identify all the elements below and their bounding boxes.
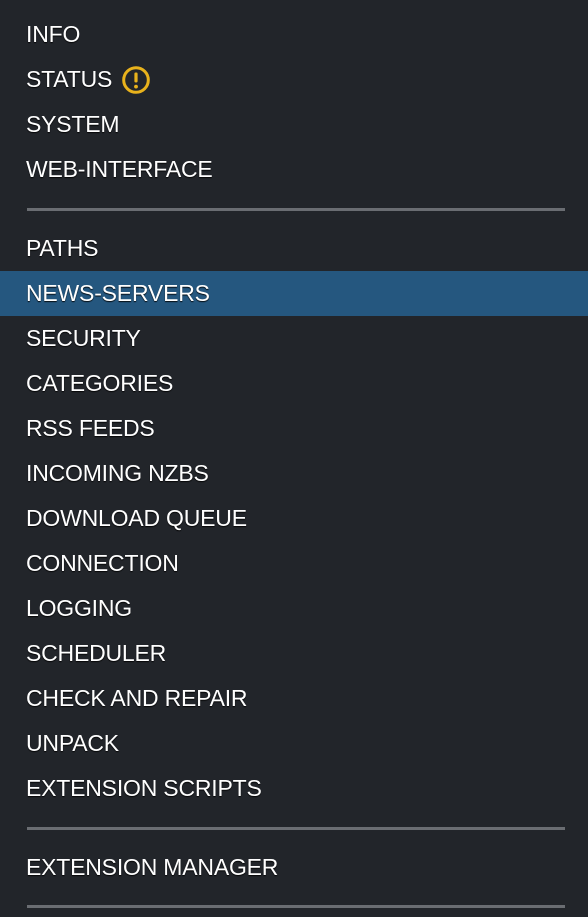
nav-item-label: EXTENSION SCRIPTS (26, 775, 262, 801)
nav-item-incoming-nzbs[interactable]: INCOMING NZBS (0, 451, 588, 496)
nav-item-extension-scripts[interactable]: EXTENSION SCRIPTS (0, 766, 588, 811)
nav-item-label: CONNECTION (26, 550, 179, 576)
nav-item-label: DOWNLOAD QUEUE (26, 505, 247, 531)
nav-item-extension-manager[interactable]: EXTENSION MANAGER (0, 845, 588, 890)
nav-item-label: SECURITY (26, 325, 141, 351)
section-divider (27, 208, 565, 211)
nav-item-label: PATHS (26, 235, 99, 261)
nav-item-label: LOGGING (26, 595, 132, 621)
nav-item-system[interactable]: SYSTEM (0, 102, 588, 147)
nav-item-scheduler[interactable]: SCHEDULER (0, 631, 588, 676)
nav-item-label: CHECK AND REPAIR (26, 685, 248, 711)
nav-item-label: WEB-INTERFACE (26, 156, 213, 182)
section-divider (27, 827, 565, 830)
nav-item-label: CATEGORIES (26, 370, 174, 396)
nav-item-web-interface[interactable]: WEB-INTERFACE (0, 147, 588, 192)
nav-item-paths[interactable]: PATHS (0, 226, 588, 271)
nav-item-status[interactable]: STATUS (0, 57, 588, 102)
nav-item-security[interactable]: SECURITY (0, 316, 588, 361)
nav-item-label: INFO (26, 21, 81, 47)
warning-icon (122, 65, 150, 94)
nav-item-connection[interactable]: CONNECTION (0, 541, 588, 586)
nav-item-label: SCHEDULER (26, 640, 167, 666)
nav-item-check-and-repair[interactable]: CHECK AND REPAIR (0, 676, 588, 721)
nav-item-logging[interactable]: LOGGING (0, 586, 588, 631)
nav-item-download-queue[interactable]: DOWNLOAD QUEUE (0, 496, 588, 541)
nav-item-label: NEWS-SERVERS (26, 280, 210, 306)
nav-item-rss-feeds[interactable]: RSS FEEDS (0, 406, 588, 451)
nav-item-label: UNPACK (26, 730, 119, 756)
nav-item-info[interactable]: INFO (0, 12, 588, 57)
nav-item-label: RSS FEEDS (26, 415, 155, 441)
nav-item-unpack[interactable]: UNPACK (0, 721, 588, 766)
nav-item-label: STATUS (26, 66, 113, 92)
settings-sidebar-nav: INFO STATUS SYSTEM WEB-INTERFACE PATHS N… (0, 0, 588, 917)
nav-item-label: INCOMING NZBS (26, 460, 209, 486)
nav-item-categories[interactable]: CATEGORIES (0, 361, 588, 406)
nav-item-label: EXTENSION MANAGER (26, 854, 279, 880)
nav-item-label: SYSTEM (26, 111, 120, 137)
section-divider (27, 905, 565, 908)
nav-item-news-servers[interactable]: NEWS-SERVERS (0, 271, 588, 316)
